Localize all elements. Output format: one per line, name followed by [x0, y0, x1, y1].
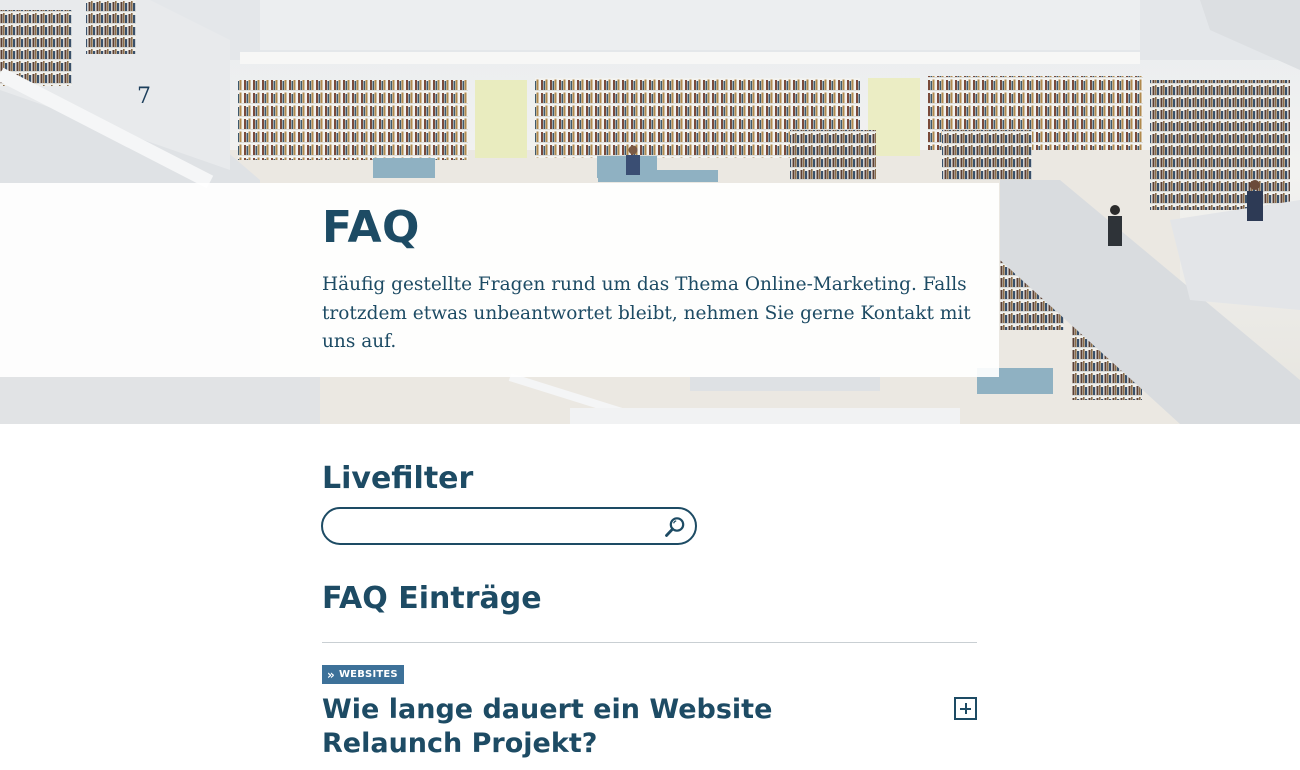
page-title: FAQ [322, 202, 420, 253]
page-intro: Häufig gestellte Fragen rund um das Them… [322, 274, 971, 352]
livefilter-heading: Livefilter [322, 461, 474, 496]
section-divider [322, 642, 977, 643]
plus-icon[interactable] [954, 697, 977, 720]
faq-entries-heading: FAQ Einträge [322, 581, 542, 616]
faq-question[interactable]: Wie lange dauert ein Website Relaunch Pr… [322, 693, 922, 761]
hero-banner: 7 [0, 0, 1300, 424]
search-icon[interactable] [663, 515, 687, 539]
livefilter-search[interactable] [321, 507, 697, 545]
svg-text:7: 7 [137, 84, 151, 109]
category-badge-label: WEBSITES [338, 669, 398, 680]
double-chevron-right-icon: » [327, 667, 335, 682]
search-input[interactable] [337, 515, 657, 537]
category-badge-websites[interactable]: » WEBSITES [322, 665, 404, 684]
